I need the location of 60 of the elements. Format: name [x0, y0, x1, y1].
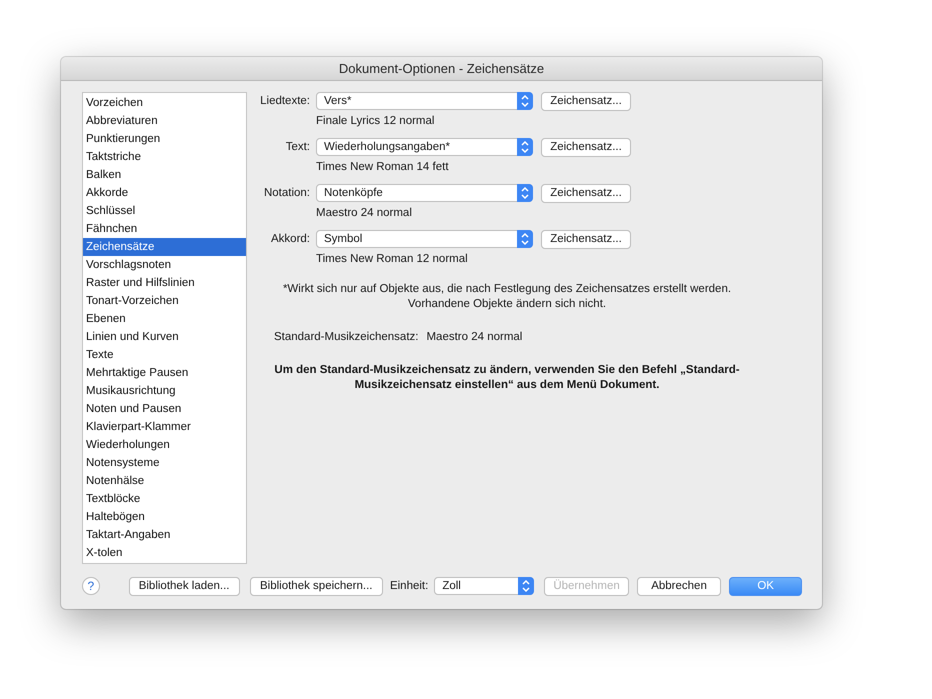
category-item[interactable]: Textblöcke [83, 490, 246, 508]
save-library-button[interactable]: Bibliothek speichern... [250, 576, 383, 596]
font-description: Finale Lyrics 12 normal [316, 115, 436, 129]
category-item[interactable]: Haltebögen [83, 508, 246, 526]
category-item[interactable]: Musikausrichtung [83, 382, 246, 400]
category-item[interactable]: Taktstriche [83, 148, 246, 166]
font-select[interactable]: Vers* [316, 92, 533, 110]
category-item[interactable]: Texte [83, 346, 246, 364]
stepper-arrows-icon [518, 577, 534, 595]
help-button[interactable]: ? [82, 577, 100, 595]
dialog-button[interactable]: Abbrechen [636, 576, 722, 596]
load-library-button[interactable]: Bibliothek laden... [128, 576, 240, 596]
category-item[interactable]: Wiederholungen [83, 436, 246, 454]
instruction-text: Musikzeichensatz einstellen“ aus dem Menü Dokument. [354, 378, 660, 393]
category-item[interactable]: Fähnchen [83, 220, 246, 238]
category-item[interactable]: Vorzeichen [83, 94, 246, 112]
instruction-text: Um den Standard-Musikzeichensatz zu ändern, verwenden Sie den Befehl „Standard- [274, 363, 740, 378]
font-label: Akkord: [270, 233, 310, 245]
category-item[interactable]: Klavierpart-Klammer [83, 418, 246, 436]
category-item[interactable]: Abbreviaturen [83, 112, 246, 130]
stepper-arrows-icon [517, 230, 533, 248]
font-select[interactable]: Wiederholungsangaben* [316, 138, 533, 156]
font-select[interactable]: Symbol [316, 230, 533, 248]
unit-label: Einheit: [390, 578, 428, 594]
font-label: Notation: [262, 187, 310, 199]
category-item[interactable]: Raster und Hilfslinien [83, 274, 246, 292]
font-button[interactable]: Zeichensatz... [541, 184, 631, 202]
font-description: Times New Roman 12 normal [316, 253, 469, 267]
font-button[interactable]: Zeichensatz... [541, 138, 631, 156]
category-item[interactable]: X-tolen [83, 544, 246, 562]
category-item[interactable]: Punktierungen [83, 130, 246, 148]
category-item[interactable]: Vorschlagsnoten [83, 256, 246, 274]
font-button[interactable]: Zeichensatz... [541, 92, 631, 110]
category-item[interactable]: Akkorde [83, 184, 246, 202]
standard-font-label: Standard-Musikzeichensatz: [274, 330, 418, 345]
category-item[interactable]: Taktart-Angaben [83, 526, 246, 544]
stepper-arrows-icon [517, 184, 533, 202]
font-button[interactable]: Zeichensatz... [541, 230, 631, 248]
category-item[interactable]: Schlüssel [83, 202, 246, 220]
category-item[interactable]: Zeichensätze [83, 238, 246, 256]
note-text: Vorhandene Objekte ändern sich nicht. [408, 297, 606, 312]
category-item[interactable]: Ebenen [83, 310, 246, 328]
stepper-arrows-icon [517, 92, 533, 110]
category-item[interactable]: Balken [83, 166, 246, 184]
category-item[interactable]: Notenhälse [83, 472, 246, 490]
note-text: *Wirkt sich nur auf Objekte aus, die nach Festlegung des Zeichensatzes erstellt werden. [282, 282, 732, 297]
stepper-arrows-icon [517, 138, 533, 156]
unit-select[interactable]: Zoll [434, 577, 534, 595]
window-title: Dokument-Optionen - Zeichensätze [338, 61, 544, 76]
category-item[interactable]: Linien und Kurven [83, 328, 246, 346]
category-item[interactable]: Mehrtaktige Pausen [83, 364, 246, 382]
font-label: Liedtexte: [259, 95, 310, 107]
font-select[interactable]: Notenköpfe [316, 184, 533, 202]
font-description: Times New Roman 14 fett [316, 161, 450, 175]
category-item[interactable]: Noten und Pausen [83, 400, 246, 418]
category-item[interactable]: Tonart-Vorzeichen [83, 292, 246, 310]
standard-font-value: Maestro 24 normal [426, 330, 522, 345]
font-label: Text: [284, 141, 310, 153]
font-description: Maestro 24 normal [316, 207, 413, 221]
category-item[interactable]: Notensysteme [83, 454, 246, 472]
